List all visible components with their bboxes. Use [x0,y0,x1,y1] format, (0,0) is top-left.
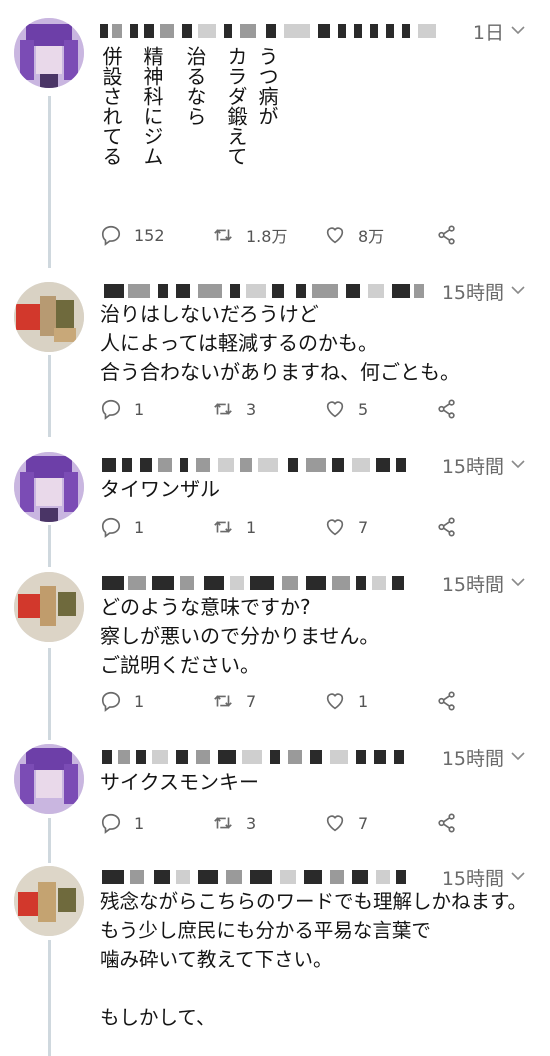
retweet-count: 1 [246,517,257,537]
retweet-count: 3 [246,399,257,419]
reply-button[interactable]: 152 [100,222,165,248]
text-column: 精神科にジム [140,46,164,166]
like-count: 7 [358,517,369,537]
share-button[interactable] [436,810,458,836]
retweet-icon [214,521,232,533]
redacted-username[interactable] [100,750,460,764]
text-column: 併設されてる [99,46,123,166]
chevron-down-icon[interactable] [510,574,526,590]
retweet-count: 1.8万 [246,227,288,246]
redacted-username[interactable] [100,24,460,38]
share-button[interactable] [436,688,458,714]
retweet-icon [214,817,232,829]
heart-icon [326,815,344,832]
like-button[interactable]: 7 [324,514,368,540]
avatar[interactable] [14,744,84,814]
reply-count: 1 [134,691,145,711]
reply-button[interactable]: 1 [100,396,144,422]
like-button[interactable]: 7 [324,810,368,836]
avatar[interactable] [14,572,84,642]
share-button[interactable] [436,396,458,422]
retweet-count: 7 [246,691,257,711]
share-button[interactable] [436,514,458,540]
retweet-button[interactable]: 1.8万 [212,222,287,248]
reply-icon [101,691,121,712]
chevron-down-icon[interactable] [510,456,526,472]
share-icon [438,399,455,419]
reply-icon [101,225,121,246]
tweet-actions: 1 1 7 [100,514,540,540]
share-icon [438,813,455,833]
text-column: カラダ鍛えて [224,46,248,166]
avatar[interactable] [14,866,84,936]
retweet-count: 3 [246,813,257,833]
reply-icon [101,517,121,538]
like-count: 1 [358,691,369,711]
retweet-button[interactable]: 3 [212,810,256,836]
reply-icon [101,813,121,834]
reply-count: 1 [134,399,145,419]
like-count: 8万 [358,227,385,246]
retweet-button[interactable]: 7 [212,688,256,714]
like-button[interactable]: 1 [324,688,368,714]
like-count: 5 [358,399,369,419]
tweet-actions: 1 3 5 [100,396,540,422]
reply-button[interactable]: 1 [100,688,144,714]
tweet[interactable]: 1日 うつ病が カラダ鍛えて 治るなら 精神科にジム 併設されてる 152 1.… [0,0,550,260]
tweet-text: 治りはしないだろうけど 人によっては軽減するのかも。 合う合わないがありますね、… [100,302,460,384]
like-count: 7 [358,813,369,833]
avatar[interactable] [14,452,84,522]
tweet-text: タイワンザル [100,477,220,501]
tweet-actions: 152 1.8万 8万 [100,222,540,248]
reply-count: 1 [134,517,145,537]
heart-icon [326,693,344,710]
redacted-username[interactable] [100,458,460,472]
heart-icon [326,227,344,244]
tweet[interactable]: 15時間 サイクスモンキー 1 3 7 [0,738,550,850]
tweet[interactable]: 15時間 治りはしないだろうけど 人によっては軽減するのかも。 合う合わないがあ… [0,268,550,436]
tweet[interactable]: 15時間 残念ながらこちらのワードでも理解しかねます。 もう少し庶民にも分かる平… [0,858,550,1056]
redacted-username[interactable] [100,576,460,590]
tweet[interactable]: 15時間 どのような意味ですか? 察しが悪いので分かりません。 ご説明ください。… [0,564,550,730]
share-button[interactable] [436,222,458,248]
reply-button[interactable]: 1 [100,514,144,540]
tweet-actions: 1 3 7 [100,810,540,836]
timestamp[interactable]: 15時間 [442,744,504,771]
avatar[interactable] [14,282,84,352]
like-button[interactable]: 5 [324,396,368,422]
share-icon [438,691,455,711]
reply-count: 1 [134,813,145,833]
chevron-down-icon[interactable] [510,22,526,38]
retweet-button[interactable]: 3 [212,396,256,422]
tweet-text: サイクスモンキー [100,770,259,794]
retweet-icon [214,695,232,707]
reply-button[interactable]: 1 [100,810,144,836]
like-button[interactable]: 8万 [324,222,384,248]
retweet-icon [214,229,232,241]
heart-icon [326,401,344,418]
tweet-header: 1日 [100,16,540,46]
reply-count: 152 [134,225,165,245]
tweet-actions: 1 7 1 [100,688,540,714]
reply-icon [101,399,121,420]
share-icon [438,517,455,537]
redacted-username[interactable] [100,870,460,884]
tweet[interactable]: 15時間 タイワンザル 1 1 7 [0,444,550,556]
share-icon [438,225,455,245]
chevron-down-icon[interactable] [510,748,526,764]
chevron-down-icon[interactable] [510,282,526,298]
timestamp[interactable]: 1日 [473,18,504,45]
chevron-down-icon[interactable] [510,868,526,884]
text-column: うつ病が [255,46,279,126]
tweet-text: どのような意味ですか? 察しが悪いので分かりません。 ご説明ください。 [100,595,380,677]
tweet-text: 残念ながらこちらのワードでも理解しかねます。 もう少し庶民にも分かる平易な言葉で… [100,890,528,1029]
avatar[interactable] [14,18,84,88]
retweet-button[interactable]: 1 [212,514,256,540]
retweet-icon [214,403,232,415]
redacted-username[interactable] [100,284,460,298]
heart-icon [326,519,344,536]
text-column: 治るなら [183,46,207,126]
